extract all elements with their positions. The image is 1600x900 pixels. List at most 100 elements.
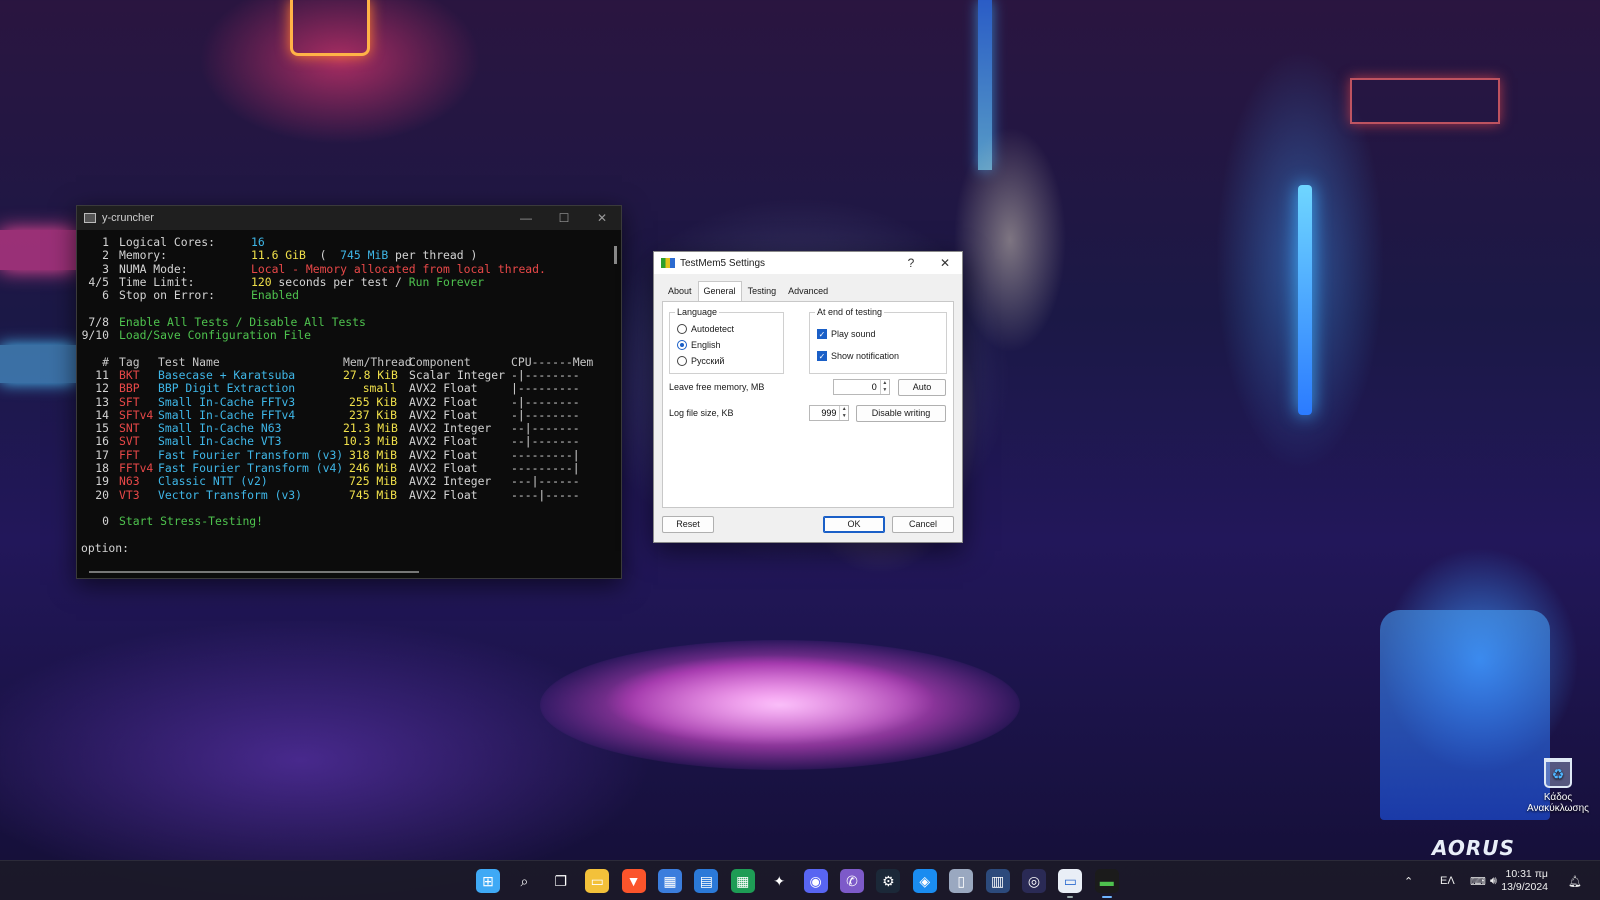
play-sound-checkbox[interactable]: ✓ Play sound	[817, 329, 876, 339]
tab-advanced[interactable]: Advanced	[782, 281, 834, 301]
test-number: 13	[95, 394, 109, 409]
test-component: AVX2 Float	[409, 461, 478, 476]
command-text: Load/Save Configuration File	[119, 328, 312, 343]
setting-value: (	[305, 248, 341, 263]
setting-value: Enabled	[251, 288, 300, 303]
help-button[interactable]: ?	[894, 256, 928, 270]
test-name: Small In-Cache N63	[158, 421, 282, 436]
test-tag: FFT	[119, 447, 140, 462]
setting-value: seconds per test /	[271, 274, 409, 289]
column-header: Mem/Thread	[343, 354, 412, 369]
radio-english[interactable]: English	[677, 340, 721, 350]
dialog-titlebar[interactable]: TestMem5 Settings ? ✕	[654, 252, 962, 274]
cancel-button[interactable]: Cancel	[892, 516, 954, 533]
terminal-output[interactable]: 1 Logical Cores: 16 2 Memory: 11.6 GiB ( 745 …	[81, 236, 607, 558]
clock-date: 13/9/2024	[1501, 881, 1548, 893]
setting-number: 3	[102, 261, 109, 276]
neon-sign	[1350, 78, 1500, 124]
test-number: 17	[95, 447, 109, 462]
spin-buttons[interactable]: ▲ ▼	[879, 380, 889, 394]
window-titlebar[interactable]: y-cruncher — ☐ ✕	[77, 206, 621, 230]
log-size-input[interactable]	[810, 406, 840, 420]
radio-label: Русский	[691, 356, 725, 366]
maximize-button[interactable]: ☐	[545, 211, 583, 225]
test-memory: 246 MiB	[348, 461, 397, 476]
notification-bell-icon[interactable]: 🔔︎	[1568, 861, 1582, 900]
testmem5-settings-dialog[interactable]: TestMem5 Settings ? ✕ About General Test…	[653, 251, 963, 543]
terminal-icon[interactable]: ▬	[1094, 869, 1119, 898]
minimize-button[interactable]: —	[507, 211, 545, 225]
test-tag: N63	[119, 474, 140, 489]
radio-label: Autodetect	[691, 324, 735, 334]
tray-chevron-icon[interactable]: ⌃	[1404, 861, 1413, 900]
checkbox[interactable]: ✓	[817, 351, 827, 361]
spreadsheet-icon[interactable]: ▦	[730, 869, 755, 893]
scrollbar[interactable]	[614, 246, 617, 264]
tab-about[interactable]: About	[662, 281, 698, 301]
auto-button[interactable]: Auto	[898, 379, 946, 396]
setting-value: Run Forever	[408, 274, 485, 289]
notes-icon[interactable]: ▤	[694, 869, 719, 893]
free-memory-spinner[interactable]: ▲▼	[833, 379, 890, 395]
reset-button[interactable]: Reset	[662, 516, 714, 533]
free-memory-input[interactable]	[834, 380, 880, 394]
log-size-spinner[interactable]: ▲▼	[809, 405, 849, 421]
setting-value: 745 MiB	[340, 248, 389, 263]
checkbox[interactable]: ✓	[817, 329, 827, 339]
table-header: # Tag Test Name Mem/Thread Component CPU-----…	[81, 354, 607, 369]
recycle-bin[interactable]: ♻ Κάδος Ανακύκλωσης	[1520, 758, 1596, 814]
file-explorer-icon[interactable]: ▭	[585, 869, 610, 893]
horizontal-scrollbar[interactable]	[89, 571, 419, 573]
search-icon[interactable]: ⌕	[512, 869, 536, 893]
store-icon[interactable]: ▦	[658, 869, 682, 893]
network-icon[interactable]: ⌨	[1470, 861, 1486, 900]
circle-app-icon[interactable]: ◎	[1022, 869, 1046, 893]
test-name: Fast Fourier Transform (v3)	[158, 447, 344, 462]
radio-russian[interactable]: Русский	[677, 356, 724, 366]
radio-button[interactable]	[677, 340, 687, 350]
radio-autodetect[interactable]: Autodetect	[677, 324, 734, 334]
testmem-icon[interactable]: ▭	[1058, 869, 1083, 898]
close-button[interactable]: ✕	[583, 211, 621, 225]
windows-start-icon[interactable]: ⊞	[476, 869, 500, 893]
ok-button[interactable]: OK	[823, 516, 885, 533]
brave-icon[interactable]: ▼	[621, 869, 646, 893]
close-button[interactable]: ✕	[928, 256, 962, 270]
input-language[interactable]: ΕΛ	[1440, 861, 1455, 900]
test-name: Fast Fourier Transform (v4)	[158, 461, 344, 476]
viber-icon[interactable]: ✆	[840, 869, 864, 893]
test-number: 19	[95, 474, 109, 489]
test-memory: 725 MiB	[348, 474, 397, 489]
test-name: Classic NTT (v2)	[158, 474, 268, 489]
tab-testing[interactable]: Testing	[742, 281, 783, 301]
steam-icon[interactable]: ⚙	[876, 869, 901, 893]
show-notification-checkbox[interactable]: ✓ Show notification	[817, 351, 899, 361]
end-group-title: At end of testing	[815, 307, 885, 317]
y-cruncher-window[interactable]: y-cruncher — ☐ ✕ 1 Logical Cores: 16 2 Memor…	[76, 205, 622, 579]
test-number: 18	[95, 461, 109, 476]
phone-icon[interactable]: ▯	[949, 869, 974, 893]
test-row: 14 SFTv4 Small In-Cache FFTv4 237 KiB AVX2 F…	[81, 407, 607, 422]
discord-icon[interactable]: ◉	[803, 869, 828, 893]
radio-button[interactable]	[677, 356, 687, 366]
test-tag: BKT	[119, 367, 140, 382]
game-icon[interactable]: ✦	[767, 869, 791, 893]
command-line: 7/8 Enable All Tests / Disable All Tests	[81, 315, 607, 329]
clock-time: 10:31 πμ	[1505, 868, 1549, 880]
task-view-icon[interactable]: ❐	[549, 869, 573, 893]
volume-icon[interactable]: 🔊︎	[1490, 861, 1497, 900]
bing-icon[interactable]: ◈	[912, 869, 937, 893]
radio-button[interactable]	[677, 324, 687, 334]
clock[interactable]: 10:31 πμ 13/9/2024	[1501, 868, 1548, 894]
spin-buttons[interactable]: ▲ ▼	[839, 406, 848, 420]
test-number: 14	[95, 407, 109, 422]
test-cpu-mem-bar: |---------	[511, 381, 580, 396]
tab-general[interactable]: General	[697, 281, 742, 302]
monitor-icon[interactable]: ▥	[985, 869, 1010, 893]
column-header: CPU------Mem	[511, 354, 594, 369]
test-row: 18 FFTv4 Fast Fourier Transform (v4) 246 Mi…	[81, 461, 607, 476]
test-name: Basecase + Karatsuba	[158, 367, 296, 382]
disable-writing-button[interactable]: Disable writing	[856, 405, 946, 422]
setting-value: 16	[251, 236, 265, 249]
neon-bar	[978, 0, 992, 170]
